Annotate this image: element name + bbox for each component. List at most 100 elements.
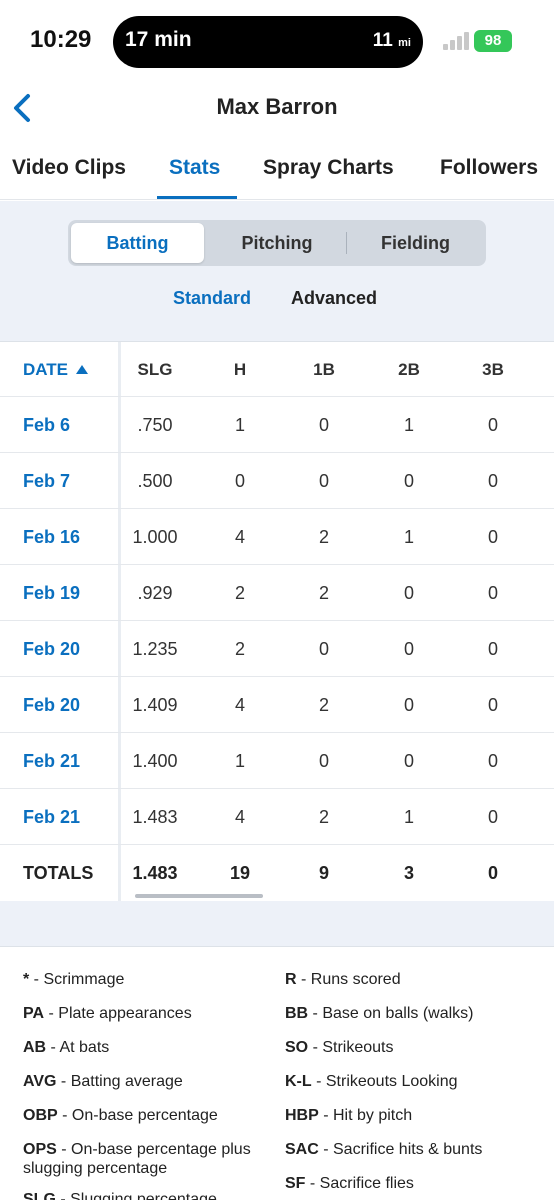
legend-item: * - Scrimmage	[23, 971, 125, 988]
legend-item: SO - Strikeouts	[285, 1039, 394, 1056]
segment-fielding[interactable]: Fielding	[348, 223, 483, 263]
game-date-link[interactable]: Feb 20	[23, 621, 80, 677]
cell-3b: 0	[487, 807, 498, 827]
table-row: Feb 21 1.483 4 2 1 0	[0, 789, 554, 845]
cell-1b: 0	[318, 471, 329, 491]
legend-item: K-L - Strikeouts Looking	[285, 1073, 458, 1090]
activity-duration: 17 min	[125, 28, 192, 51]
total-1b: 9	[318, 863, 329, 883]
game-date-link[interactable]: Feb 16	[23, 509, 80, 565]
cell-2b: 0	[403, 639, 414, 659]
cell-h: 1	[234, 751, 245, 771]
cell-h: 0	[234, 471, 245, 491]
legend-item: OBP - On-base percentage	[23, 1107, 218, 1124]
battery-icon: 98	[474, 30, 512, 52]
live-activity-island[interactable]: 17 min 11 mi	[113, 16, 423, 68]
cell-1b: 2	[318, 807, 329, 827]
legend-item: AB - At bats	[23, 1039, 110, 1056]
column-header-slg[interactable]: SLG	[125, 342, 185, 397]
game-date-link[interactable]: Feb 6	[23, 397, 70, 453]
total-slg: 1.483	[132, 863, 178, 883]
activity-distance: 11 mi	[372, 30, 411, 51]
table-row: Feb 16 1.000 4 2 1 0	[0, 509, 554, 565]
cell-2b: 1	[403, 415, 414, 435]
game-date-link[interactable]: Feb 21	[23, 789, 80, 845]
cell-h: 2	[234, 639, 245, 659]
cell-h: 2	[234, 583, 245, 603]
legend-item: SAC - Sacrifice hits & bunts	[285, 1141, 483, 1158]
view-standard[interactable]: Standard	[173, 288, 251, 309]
total-h: 19	[229, 863, 251, 883]
cell-1b: 0	[318, 751, 329, 771]
game-date-link[interactable]: Feb 19	[23, 565, 80, 621]
active-tab-indicator	[157, 196, 237, 199]
segment-pitching[interactable]: Pitching	[208, 223, 346, 263]
cell-2b: 0	[403, 471, 414, 491]
column-header-2b[interactable]: 2B	[384, 342, 434, 397]
legend-item: HBP - Hit by pitch	[285, 1107, 413, 1124]
stats-filter-area: Batting Pitching Fielding Standard Advan…	[0, 201, 554, 341]
table-row: Feb 20 1.409 4 2 0 0	[0, 677, 554, 733]
cell-slg: .500	[137, 471, 173, 491]
profile-tabs: Video Clips Stats Spray Charts Followers	[0, 146, 554, 200]
cell-h: 4	[234, 527, 245, 547]
legend-item: PA - Plate appearances	[23, 1005, 192, 1022]
cell-slg: 1.409	[132, 695, 178, 715]
table-row: Feb 20 1.235 2 0 0 0	[0, 621, 554, 677]
status-time: 10:29	[30, 26, 92, 53]
sort-ascending-icon	[76, 365, 89, 374]
cell-h: 1	[234, 415, 245, 435]
cell-slg: 1.000	[132, 527, 178, 547]
column-header-h[interactable]: H	[215, 342, 265, 397]
game-date-link[interactable]: Feb 21	[23, 733, 80, 789]
cell-2b: 1	[403, 807, 414, 827]
stats-legend: * - Scrimmage PA - Plate appearances AB …	[0, 947, 554, 1200]
legend-item: AVG - Batting average	[23, 1073, 183, 1090]
status-bar: 10:29 17 min 11 mi 98	[0, 0, 554, 80]
game-date-link[interactable]: Feb 20	[23, 677, 80, 733]
section-spacer	[0, 901, 554, 947]
tab-video-clips[interactable]: Video Clips	[12, 156, 126, 180]
cell-1b: 2	[318, 583, 329, 603]
table-header-row: DATE SLG H 1B 2B 3B	[0, 342, 554, 397]
game-date-link[interactable]: Feb 7	[23, 453, 70, 509]
cell-2b: 0	[403, 583, 414, 603]
cell-3b: 0	[487, 639, 498, 659]
cell-3b: 0	[487, 751, 498, 771]
cell-h: 4	[234, 807, 245, 827]
column-header-3b[interactable]: 3B	[468, 342, 518, 397]
horizontal-scrollbar[interactable]	[135, 894, 263, 898]
legend-item: OPS - On-base percentage plus slugging p…	[23, 1141, 251, 1177]
segment-batting[interactable]: Batting	[71, 223, 204, 263]
stat-type-segmented-control: Batting Pitching Fielding	[68, 220, 486, 266]
tab-stats[interactable]: Stats	[169, 156, 220, 180]
table-row: Feb 19 .929 2 2 0 0	[0, 565, 554, 621]
nav-header: Max Barron	[0, 80, 554, 136]
legend-item: SF - Sacrifice flies	[285, 1175, 414, 1192]
cell-slg: 1.235	[132, 639, 178, 659]
cell-slg: 1.400	[132, 751, 178, 771]
cell-3b: 0	[487, 583, 498, 603]
table-row: Feb 6 .750 1 0 1 0	[0, 397, 554, 453]
cell-slg: .929	[137, 583, 173, 603]
cell-3b: 0	[487, 695, 498, 715]
column-header-1b[interactable]: 1B	[299, 342, 349, 397]
cell-slg: .750	[137, 415, 173, 435]
view-advanced[interactable]: Advanced	[291, 288, 377, 309]
stats-table[interactable]: DATE SLG H 1B 2B 3B Feb 6 .750 1 0 1 0 F…	[0, 341, 554, 902]
table-row: Feb 7 .500 0 0 0 0	[0, 453, 554, 509]
column-header-date[interactable]: DATE	[23, 342, 89, 397]
cell-1b: 2	[318, 695, 329, 715]
tab-followers[interactable]: Followers	[440, 156, 538, 180]
cell-1b: 0	[318, 415, 329, 435]
totals-row: TOTALS 1.483 19 9 3 0	[0, 845, 554, 901]
cell-1b: 2	[318, 527, 329, 547]
total-2b: 3	[403, 863, 414, 883]
totals-label: TOTALS	[23, 863, 94, 883]
cell-3b: 0	[487, 471, 498, 491]
cell-1b: 0	[318, 639, 329, 659]
cell-2b: 0	[403, 695, 414, 715]
total-3b: 0	[487, 863, 498, 883]
cell-2b: 1	[403, 527, 414, 547]
tab-spray-charts[interactable]: Spray Charts	[263, 156, 394, 180]
